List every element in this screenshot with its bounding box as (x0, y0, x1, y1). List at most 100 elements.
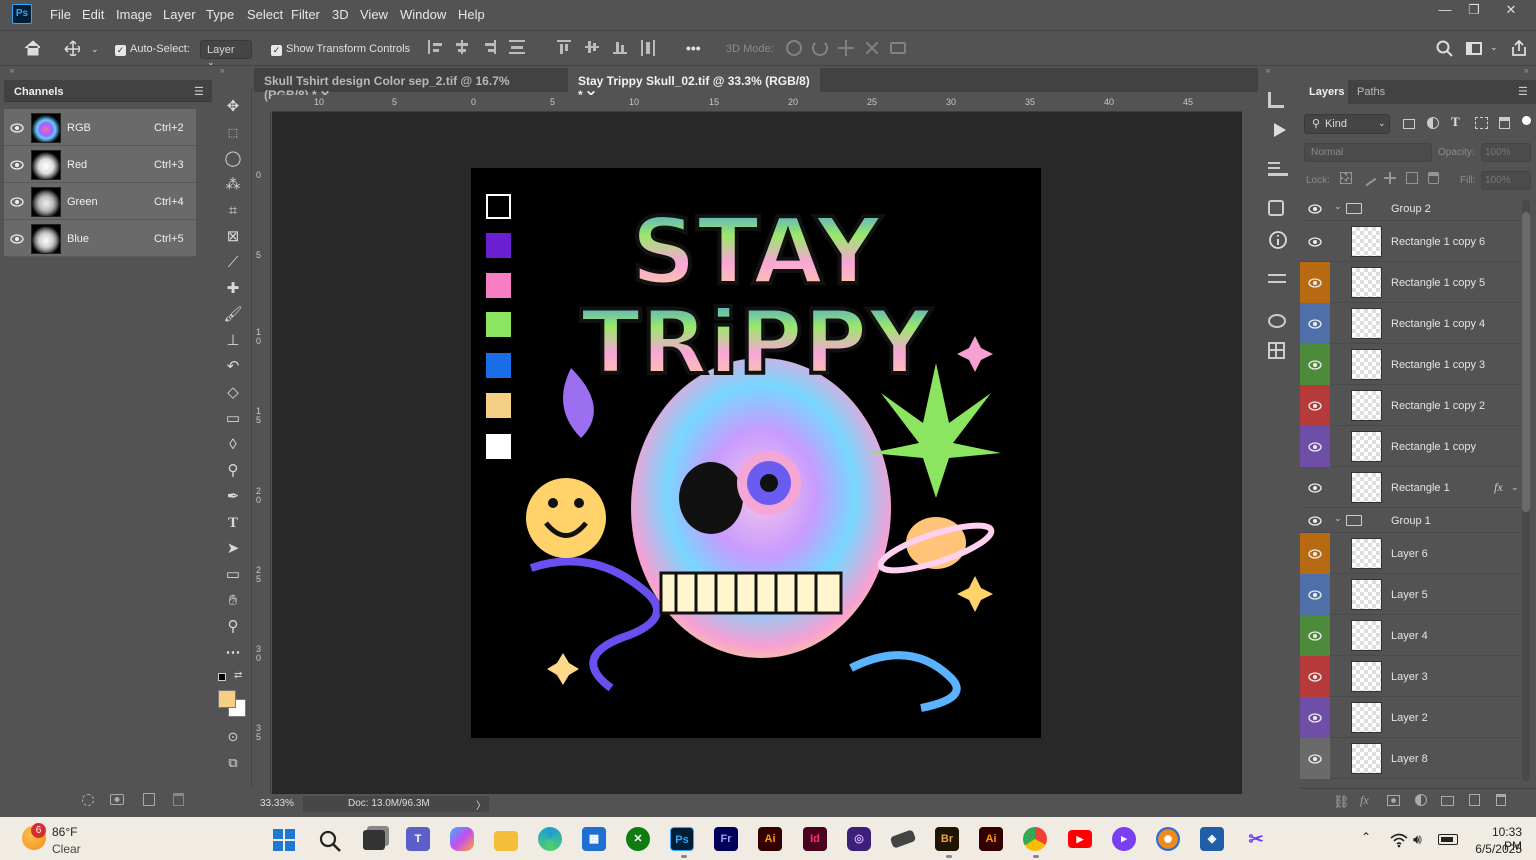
eye-icon[interactable] (1308, 360, 1322, 370)
share-icon[interactable] (1510, 39, 1528, 57)
creative-cloud-app-icon[interactable]: ◎ (847, 827, 871, 851)
menu-layer[interactable]: Layer (163, 7, 196, 22)
maximize-icon[interactable]: ❐ (1461, 2, 1487, 22)
clock-date[interactable]: 6/5/2025 (1472, 842, 1522, 856)
menu-window[interactable]: Window (400, 7, 446, 22)
lock-all-icon[interactable] (1428, 172, 1439, 184)
swatch-tan[interactable] (486, 393, 511, 418)
tab-paths[interactable]: Paths (1357, 86, 1385, 98)
layer-effects-icon[interactable]: fx (1494, 480, 1503, 495)
tab-layers[interactable]: Layers (1309, 86, 1344, 98)
delete-channel-icon[interactable] (173, 793, 184, 806)
home-icon[interactable] (24, 40, 40, 56)
eye-icon[interactable] (1308, 204, 1322, 214)
marquee-tool-icon[interactable]: ⬚ (220, 122, 246, 144)
filter-shape-icon[interactable] (1475, 117, 1488, 129)
zoom-tool-icon[interactable]: ⚲ (220, 616, 246, 638)
frame-tool-icon[interactable]: ⊠ (220, 226, 246, 248)
history-icon[interactable] (1268, 92, 1284, 108)
eye-icon[interactable] (1308, 442, 1322, 452)
properties-icon[interactable] (1268, 200, 1284, 216)
eye-icon[interactable] (10, 197, 24, 207)
save-selection-icon[interactable] (110, 794, 124, 805)
eye-icon[interactable] (1308, 483, 1322, 493)
history-brush-icon[interactable]: ↶ (220, 356, 246, 378)
delete-layer-icon[interactable] (1496, 794, 1506, 806)
zoom-level[interactable]: 33.33% (260, 798, 294, 809)
volume-icon[interactable]: 🔊︎ (1413, 831, 1422, 848)
distribute-vertical-icon[interactable] (641, 40, 655, 56)
eraser-tool-icon[interactable]: ◇ (220, 382, 246, 404)
dodge-tool-icon[interactable]: ⚲ (220, 460, 246, 482)
copilot-icon[interactable] (450, 827, 474, 851)
taskbar-app-fresco[interactable]: Fr (714, 827, 738, 851)
xbox-icon[interactable]: ✕ (626, 827, 650, 851)
path-selection-icon[interactable]: ➤ (220, 538, 246, 560)
eye-icon[interactable] (1308, 672, 1322, 682)
eye-icon[interactable] (1308, 754, 1322, 764)
chevron-right-icon[interactable]: 〉 (476, 797, 486, 812)
new-layer-icon[interactable] (1469, 794, 1480, 806)
messenger-icon[interactable]: ▸ (1112, 827, 1136, 851)
battery-icon[interactable] (1438, 834, 1458, 845)
taskbar-app-illustrator-2[interactable]: Ai (979, 827, 1003, 851)
adjustments-icon[interactable] (1268, 272, 1286, 286)
lock-transparent-icon[interactable] (1340, 172, 1352, 184)
foreground-color-swatch[interactable] (218, 690, 236, 708)
rotate-3d-icon[interactable] (786, 40, 802, 56)
align-left-icon[interactable] (428, 40, 442, 54)
blender-icon[interactable] (1156, 827, 1180, 851)
scale-3d-icon[interactable] (890, 42, 906, 54)
crop-tool-icon[interactable]: ⌗ (220, 200, 246, 222)
distribute-icon[interactable] (509, 40, 525, 54)
blur-tool-icon[interactable]: ◊ (220, 434, 246, 456)
search-icon[interactable] (1436, 40, 1453, 57)
expand-toolbar-icon[interactable]: » (220, 66, 224, 75)
menu-image[interactable]: Image (116, 7, 152, 22)
close-icon[interactable]: ✕ (1498, 2, 1524, 22)
eye-icon[interactable] (1308, 549, 1322, 559)
edge-icon[interactable] (538, 827, 562, 851)
move-tool-icon[interactable] (64, 40, 80, 56)
healing-brush-icon[interactable]: ✚ (220, 278, 246, 300)
swatch-green[interactable] (486, 312, 511, 337)
menu-view[interactable]: View (360, 7, 388, 22)
filter-toggle-icon[interactable] (1522, 116, 1531, 125)
filter-smart-object-icon[interactable] (1499, 117, 1510, 129)
swatch-black[interactable] (486, 194, 511, 219)
chevron-down-icon[interactable]: ⌄ (1511, 482, 1519, 493)
taskbar-app-bridge[interactable]: Br (935, 827, 959, 851)
quick-mask-icon[interactable]: ⊙ (220, 726, 246, 748)
add-layer-style-icon[interactable]: fx (1360, 793, 1369, 808)
new-adjustment-layer-icon[interactable] (1415, 794, 1427, 806)
brush-tool-icon[interactable]: 🖌︎ (220, 304, 246, 326)
chevron-down-icon[interactable]: ⌄ (1334, 201, 1342, 212)
eye-icon[interactable] (1308, 590, 1322, 600)
rectangle-tool-icon[interactable]: ▭ (220, 564, 246, 586)
youtube-icon[interactable]: ▶ (1068, 830, 1092, 848)
menu-type[interactable]: Type (206, 7, 234, 22)
chevron-down-icon[interactable]: ⌄ (91, 44, 99, 55)
collapse-panels-icon[interactable]: » (1524, 66, 1528, 75)
slide-3d-icon[interactable] (860, 36, 884, 60)
lasso-tool-icon[interactable]: ◯ (220, 148, 246, 170)
channels-tab[interactable]: Channels (14, 86, 64, 98)
transform-controls-checkbox[interactable]: ✓ Show Transform Controls (271, 43, 410, 56)
eyedropper-icon[interactable]: ⟋ (220, 252, 246, 274)
swap-colors-icon[interactable]: ⇄ (234, 670, 242, 681)
add-mask-icon[interactable] (1387, 795, 1400, 806)
eye-icon[interactable] (1308, 713, 1322, 723)
hand-tool-icon[interactable]: ✋︎ (220, 590, 246, 612)
link-layers-icon[interactable]: ⛓︎ (1333, 794, 1350, 810)
taskbar-app-photoshop[interactable]: Ps (670, 827, 694, 851)
brush-settings-icon[interactable] (1268, 160, 1288, 176)
menu-3d[interactable]: 3D (332, 7, 349, 22)
file-explorer-icon[interactable] (494, 831, 518, 851)
swatch-pink[interactable] (486, 273, 511, 298)
scrollbar-thumb[interactable] (1522, 212, 1530, 512)
menu-file[interactable]: File (50, 7, 71, 22)
align-center-icon[interactable] (455, 40, 469, 54)
vpn-app-icon[interactable]: ◈ (1200, 827, 1224, 851)
auto-select-dropdown[interactable]: Layer ⌄ (200, 40, 252, 67)
panel-menu-icon[interactable]: ☰ (194, 85, 204, 98)
